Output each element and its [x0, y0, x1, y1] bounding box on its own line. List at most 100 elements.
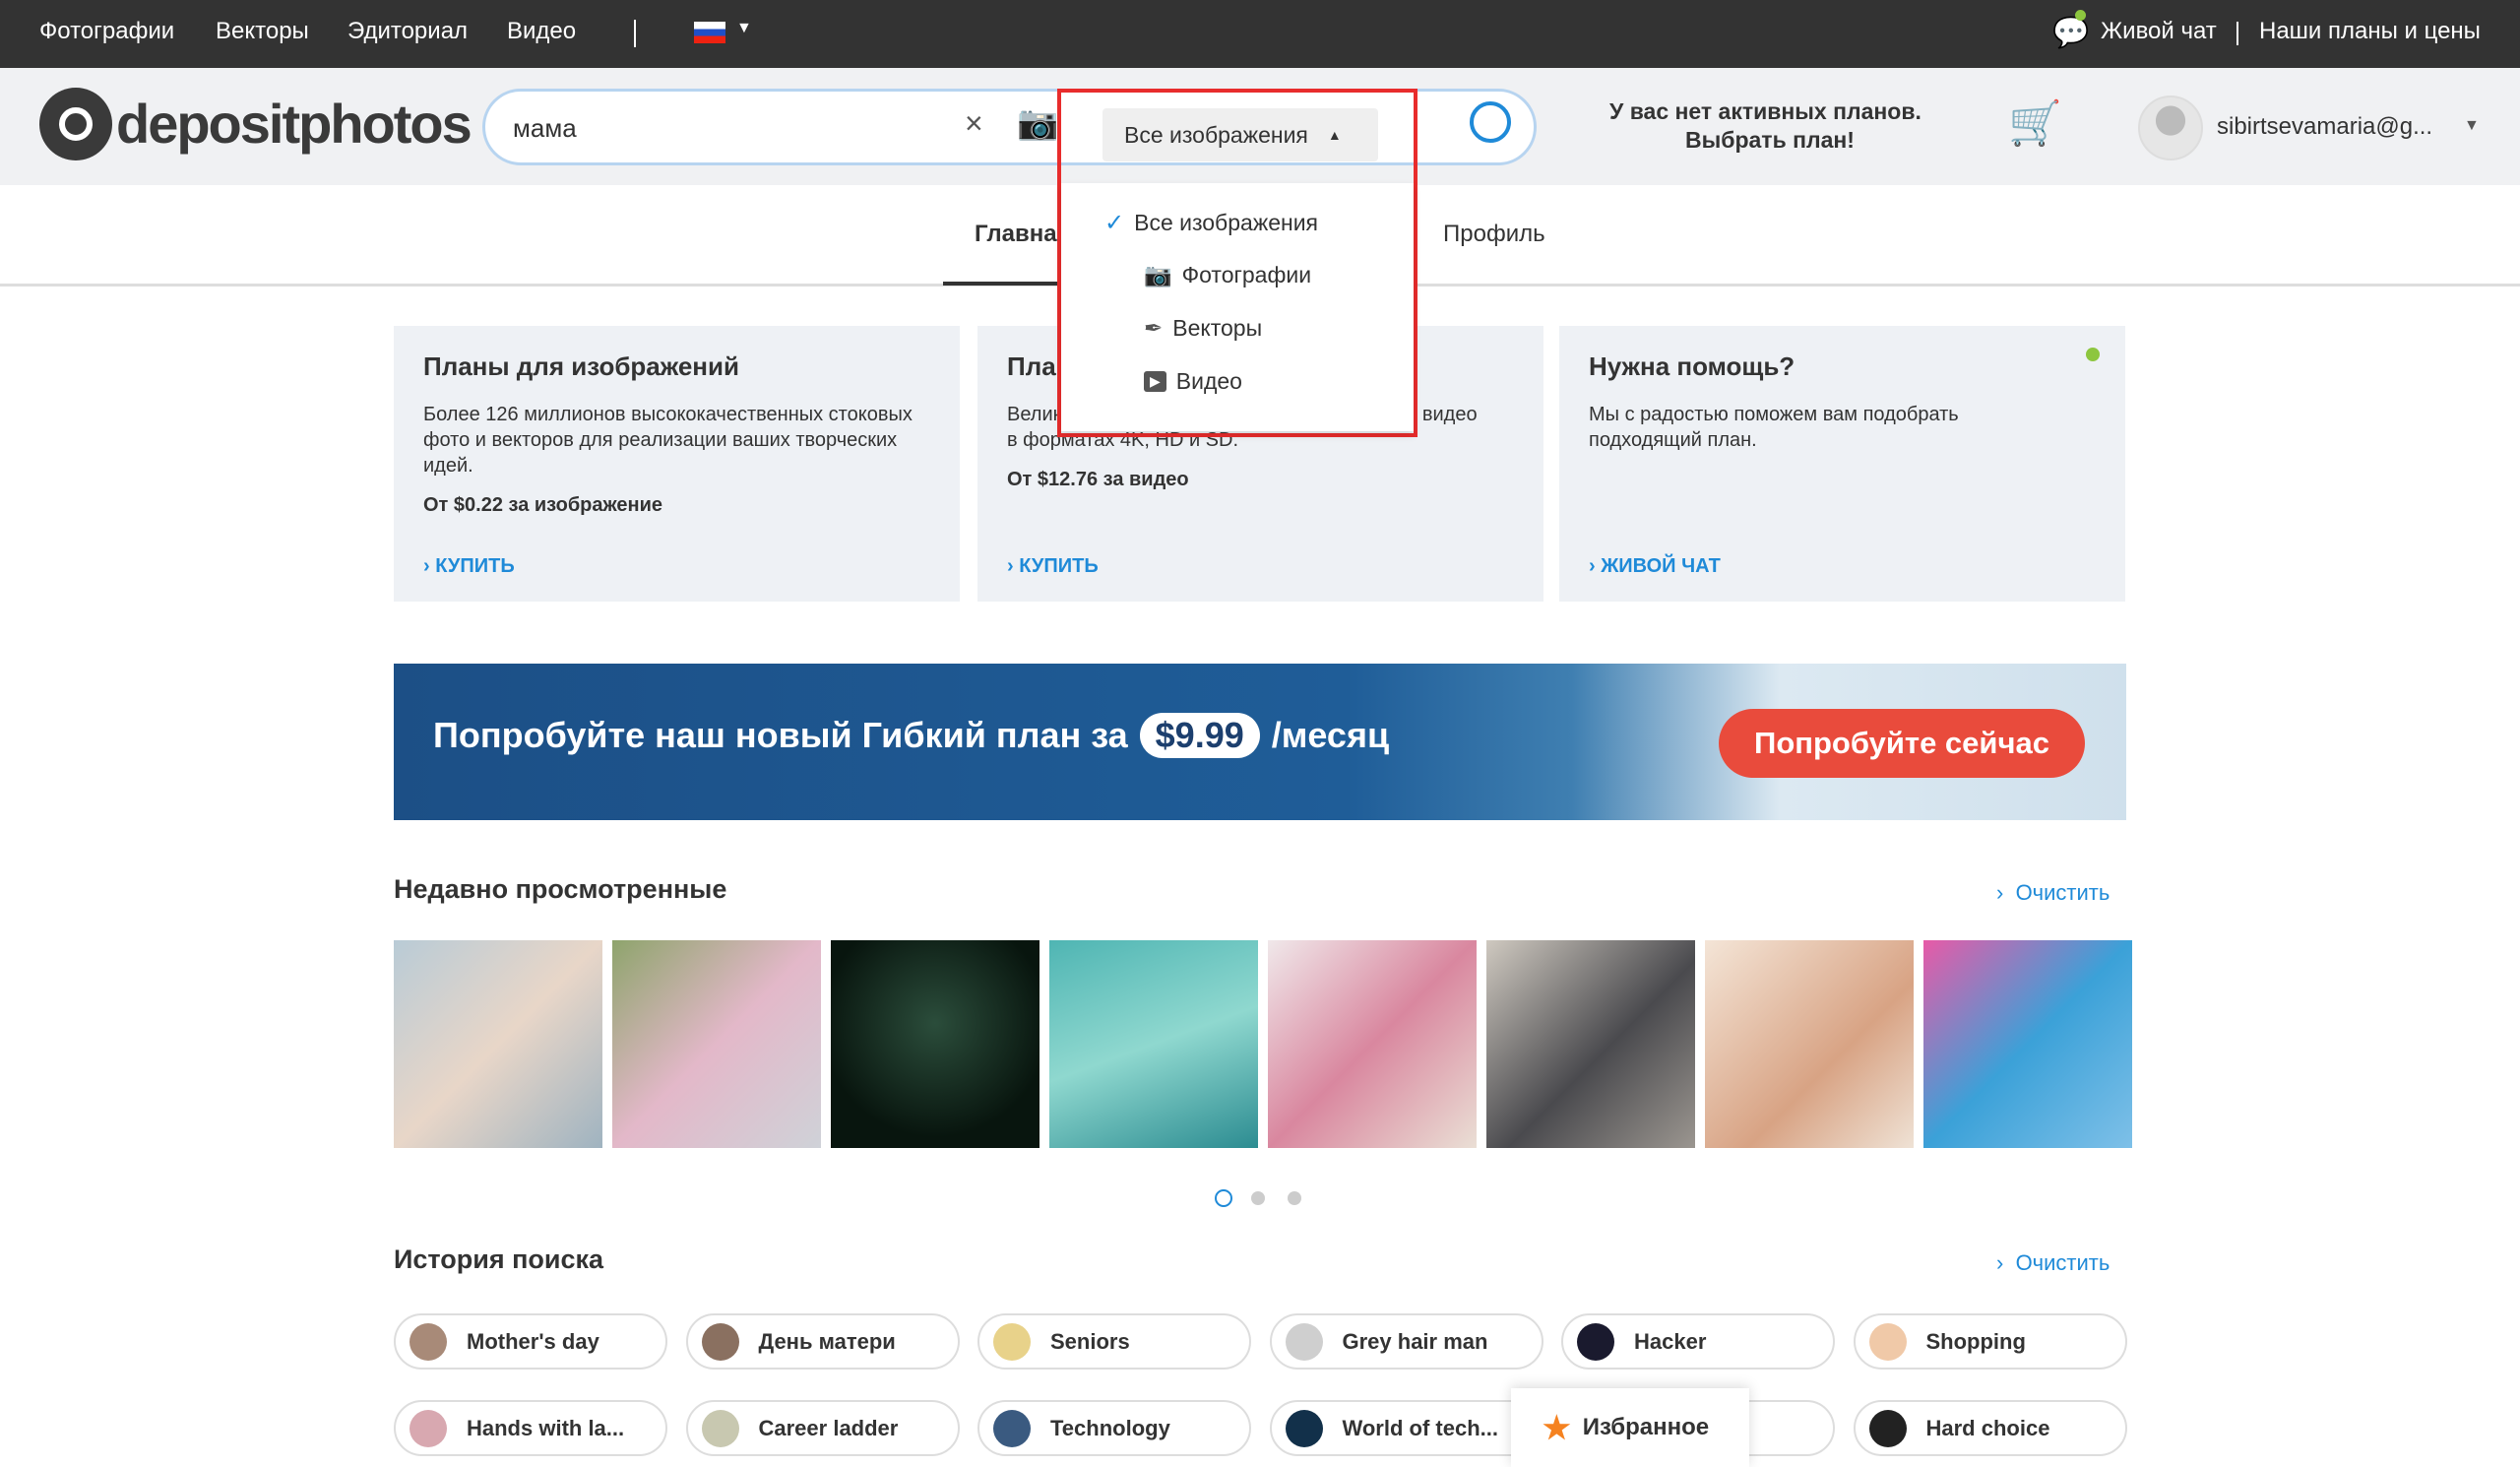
camera-search-icon[interactable]: 📷	[1017, 103, 1058, 143]
chevron-up-icon: ▲	[1327, 127, 1342, 143]
option-video[interactable]: ▶ Видео	[1144, 368, 1242, 395]
history-title: История поиска	[394, 1244, 604, 1274]
chip-thumbnail	[1285, 1409, 1323, 1447]
clear-icon[interactable]: ×	[965, 105, 983, 142]
avatar[interactable]	[2138, 96, 2203, 160]
online-dot	[2075, 10, 2086, 21]
top-bar: Фотографии Векторы Эдиториал Видео ▼ 💬 Ж…	[0, 0, 2520, 68]
cart-icon[interactable]: 🛒	[2008, 97, 2062, 149]
divider	[2236, 22, 2238, 45]
recent-thumb[interactable]	[612, 940, 821, 1148]
chip-label: Hacker	[1634, 1328, 1707, 1354]
chip-thumbnail	[993, 1322, 1031, 1361]
logo-text[interactable]: depositphotos	[116, 92, 472, 156]
banner-text: Попробуйте наш новый Гибкий план за	[433, 715, 1128, 755]
tab-profile[interactable]: Профиль	[1443, 221, 1545, 248]
nav-vectors[interactable]: Векторы	[216, 18, 309, 45]
chip-label: Hard choice	[1925, 1415, 2050, 1440]
check-icon: ✓	[1104, 210, 1125, 236]
plans-link[interactable]: Наши планы и цены	[2259, 18, 2481, 45]
choose-plan-link[interactable]: Выбрать план!	[1685, 127, 1855, 154]
carousel-dot[interactable]	[1288, 1191, 1301, 1205]
search-history-chip[interactable]: Seniors	[977, 1313, 1251, 1370]
flag-ru-icon[interactable]	[694, 22, 725, 43]
search-history-chip[interactable]: Grey hair man	[1269, 1313, 1544, 1370]
search-history-chip[interactable]: Hard choice	[1853, 1400, 2127, 1456]
favorites-label: Избранное	[1582, 1414, 1710, 1440]
no-plans-text: У вас нет активных планов.	[1609, 98, 1922, 124]
carousel-dot-active[interactable]	[1215, 1189, 1232, 1207]
user-email[interactable]: sibirtsevamaria@g...	[2217, 113, 2432, 141]
chip-thumbnail	[1868, 1322, 1907, 1361]
card-help: Нужна помощь? Мы с радостью поможем вам …	[1559, 326, 2125, 602]
search-icon[interactable]	[1470, 101, 1511, 143]
play-icon: ▶	[1144, 371, 1166, 392]
nav-video[interactable]: Видео	[507, 18, 576, 45]
chip-thumbnail	[410, 1409, 447, 1447]
carousel-dot[interactable]	[1251, 1191, 1265, 1205]
live-chat-link[interactable]: › ЖИВОЙ ЧАТ	[1589, 555, 1721, 578]
chip-thumbnail	[701, 1322, 739, 1361]
try-now-button[interactable]: Попробуйте сейчас	[1719, 709, 2085, 778]
search-history-chip[interactable]: World of tech...	[1269, 1400, 1544, 1456]
chip-label: Technology	[1050, 1415, 1170, 1440]
search-history-chip[interactable]: Career ladder	[685, 1400, 960, 1456]
tab-main[interactable]: Главная	[975, 221, 1071, 248]
chip-label: Hands with la...	[467, 1415, 625, 1440]
card-price: От $0.22 за изображение	[423, 494, 663, 516]
search-history-chip[interactable]: Shopping	[1853, 1313, 2127, 1370]
card-text: Более 126 миллионов высококачественных с…	[423, 404, 913, 477]
option-all-images[interactable]: ✓ Все изображения	[1104, 209, 1318, 237]
recent-thumb[interactable]	[831, 940, 1040, 1148]
search-history-chip[interactable]: День матери	[685, 1313, 960, 1370]
nav-photos[interactable]: Фотографии	[39, 18, 174, 45]
banner-per: /месяц	[1271, 715, 1390, 755]
card-text: Мы с радостью поможем вам подобрать подх…	[1589, 404, 1959, 451]
live-chat-link[interactable]: Живой чат	[2101, 18, 2217, 45]
camera-icon: 📷	[1144, 262, 1172, 287]
option-photos[interactable]: 📷 Фотографии	[1144, 262, 1311, 288]
promo-banner[interactable]: Попробуйте наш новый Гибкий план за $9.9…	[394, 664, 2126, 820]
filter-select[interactable]: Все изображения ▲	[1102, 108, 1378, 161]
buy-link[interactable]: › КУПИТЬ	[1007, 555, 1099, 578]
chip-label: World of tech...	[1342, 1415, 1498, 1440]
recent-thumb[interactable]	[1049, 940, 1258, 1148]
recent-thumb[interactable]	[1268, 940, 1477, 1148]
favorites-button[interactable]: ★ Избранное	[1511, 1388, 1749, 1467]
star-icon: ★	[1543, 1410, 1571, 1445]
chip-label: Shopping	[1925, 1328, 2026, 1354]
chip-label: Grey hair man	[1342, 1328, 1488, 1354]
chat-icon[interactable]: 💬	[2052, 16, 2089, 50]
chevron-down-icon[interactable]: ▼	[736, 20, 752, 37]
recent-title: Недавно просмотренные	[394, 874, 727, 904]
option-vectors[interactable]: ✒ Векторы	[1144, 315, 1262, 342]
nav-editorial[interactable]: Эдиториал	[347, 18, 468, 45]
search-history-chip[interactable]: Mother's day	[394, 1313, 667, 1370]
search-history-chip[interactable]: Hands with la...	[394, 1400, 667, 1456]
card-title: Нужна помощь?	[1589, 351, 1796, 381]
search-history-chip[interactable]: Technology	[977, 1400, 1251, 1456]
chevron-down-icon[interactable]: ▼	[2464, 117, 2480, 135]
search-type-dropdown: Все изображения ▲ ✓ Все изображения 📷 Фото…	[1057, 89, 1418, 437]
chip-label: День матери	[758, 1328, 896, 1354]
chip-thumbnail	[1577, 1322, 1614, 1361]
buy-link[interactable]: › КУПИТЬ	[423, 555, 515, 578]
recent-thumb[interactable]	[1923, 940, 2132, 1148]
search-history-chip[interactable]: Hacker	[1561, 1313, 1835, 1370]
banner-price: $9.99	[1139, 713, 1260, 758]
chip-label: Seniors	[1050, 1328, 1130, 1354]
recent-thumb[interactable]	[394, 940, 602, 1148]
divider	[634, 20, 636, 47]
chip-label: Career ladder	[758, 1415, 899, 1440]
dropdown-menu: ✓ Все изображения 📷 Фотографии ✒ Векторы ▶ В…	[1061, 183, 1414, 431]
recent-thumb[interactable]	[1705, 940, 1914, 1148]
logo-camera-icon[interactable]	[39, 88, 112, 160]
chip-label: Mother's day	[467, 1328, 599, 1354]
chip-thumbnail	[410, 1322, 447, 1361]
recent-thumb[interactable]	[1486, 940, 1695, 1148]
chip-thumbnail	[1285, 1322, 1323, 1361]
recent-clear-link[interactable]: › Очистить	[1996, 880, 2110, 906]
online-dot	[2086, 348, 2100, 361]
history-clear-link[interactable]: › Очистить	[1996, 1250, 2110, 1276]
card-title: Планы для изображений	[423, 351, 739, 381]
